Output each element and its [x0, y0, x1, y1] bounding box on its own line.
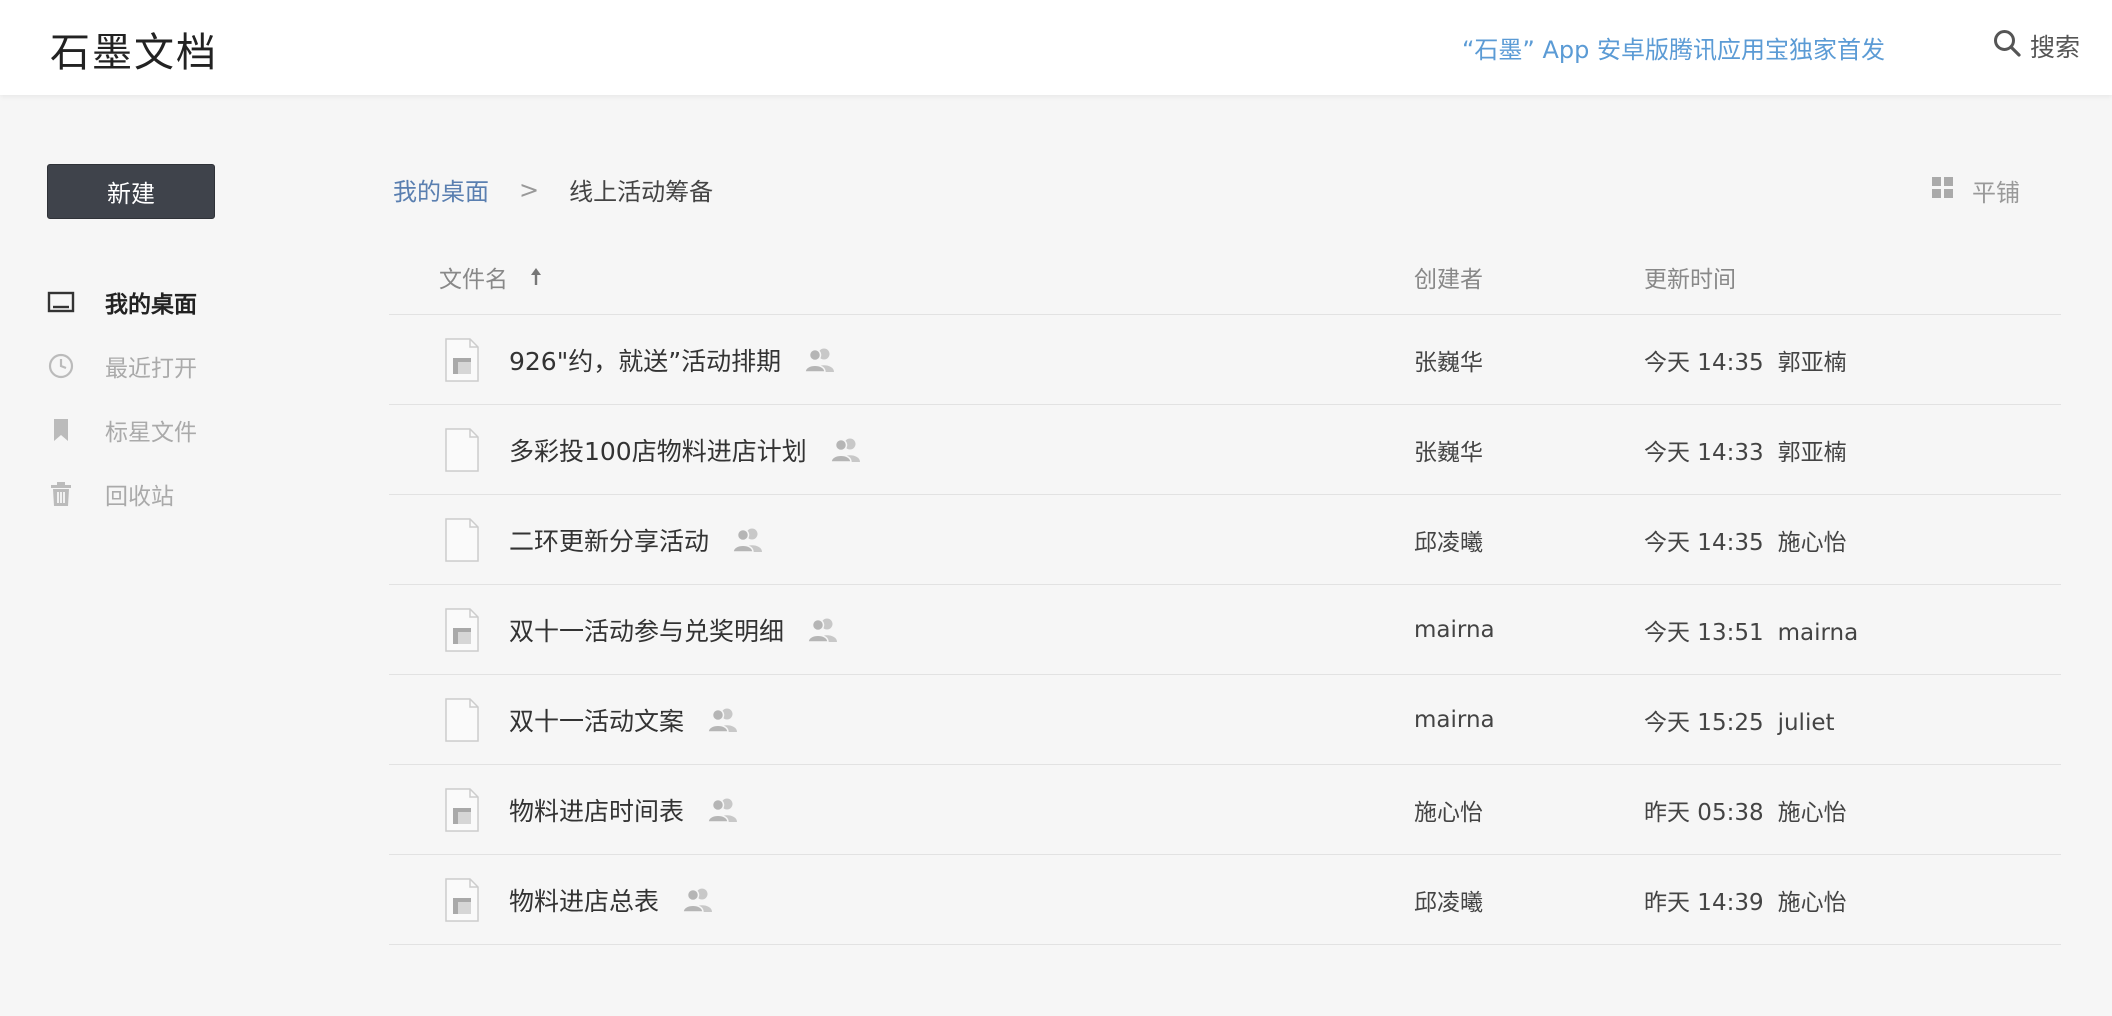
breadcrumb-current: 线上活动筹备: [569, 178, 714, 206]
table-row[interactable]: 物料进店时间表 施心怡 昨天 05:38 施心怡: [389, 765, 2061, 855]
updated-by: 施心怡: [1777, 529, 1847, 556]
new-button[interactable]: 新建: [47, 164, 215, 219]
sheet-file-icon: [445, 877, 479, 922]
shared-users-icon: [707, 708, 738, 733]
shared-users-icon: [732, 528, 763, 553]
search-button[interactable]: 搜索: [1992, 28, 2080, 64]
desktop-icon: [47, 288, 75, 316]
shared-users-icon: [829, 438, 860, 463]
sort-up-icon: [531, 268, 541, 285]
file-name-cell: 二环更新分享活动: [389, 517, 1414, 562]
top-header: 石墨文档 “石墨” App 安卓版腾讯应用宝独家首发 搜索: [0, 0, 2112, 95]
creator-cell: 邱凌曦: [1414, 889, 1483, 916]
breadcrumb-root[interactable]: 我的桌面: [393, 172, 489, 207]
creator-cell: 张巍华: [1414, 349, 1483, 376]
view-toggle-label: 平铺: [1972, 179, 2020, 207]
sidebar-item-label: 回收站: [105, 484, 174, 510]
sidebar-item-label: 最近打开: [105, 356, 197, 382]
updated-by: 郭亚楠: [1777, 439, 1847, 466]
updated-time: 今天 15:25: [1644, 709, 1764, 736]
table-row[interactable]: 926"约，就送”活动排期 张巍华 今天 14:35 郭亚楠: [389, 315, 2061, 405]
shared-users-icon: [707, 798, 738, 823]
updated-time: 昨天 14:39: [1644, 889, 1764, 916]
creator-cell: mairna: [1414, 706, 1495, 733]
table-row[interactable]: 多彩投100店物料进店计划 张巍华 今天 14:33 郭亚楠: [389, 405, 2061, 495]
column-header-name[interactable]: 文件名: [389, 260, 1414, 294]
file-name-cell: 双十一活动参与兑奖明细: [389, 607, 1414, 652]
search-label: 搜索: [2029, 33, 2080, 62]
breadcrumb: 我的桌面 > 线上活动筹备: [393, 172, 713, 207]
doc-file-icon: [445, 427, 479, 472]
table-row[interactable]: 双十一活动文案 mairna 今天 15:25 juliet: [389, 675, 2061, 765]
creator-cell: 邱凌曦: [1414, 529, 1483, 556]
sheet-file-icon: [445, 787, 479, 832]
updated-cell: 今天 14:35 郭亚楠: [1644, 343, 2061, 377]
promo-link[interactable]: “石墨” App 安卓版腾讯应用宝独家首发: [1462, 30, 1885, 65]
file-title[interactable]: 物料进店总表: [509, 882, 659, 918]
creator-cell: 施心怡: [1414, 799, 1483, 826]
updated-time: 今天 14:35: [1644, 529, 1764, 556]
app-logo[interactable]: 石墨文档: [50, 20, 218, 78]
updated-cell: 今天 13:51 mairna: [1644, 613, 2061, 647]
sidebar-item-trash[interactable]: 回收站: [47, 462, 197, 526]
file-name-cell: 物料进店总表: [389, 877, 1414, 922]
shared-users-icon: [807, 618, 838, 643]
sheet-file-icon: [445, 337, 479, 382]
doc-file-icon: [445, 697, 479, 742]
file-title[interactable]: 物料进店时间表: [509, 792, 684, 828]
updated-cell: 昨天 14:39 施心怡: [1644, 883, 2061, 917]
doc-file-icon: [445, 517, 479, 562]
sidebar-nav: 我的桌面 最近打开 标星文件 回收站: [47, 270, 197, 526]
updated-time: 今天 14:35: [1644, 349, 1764, 376]
sidebar-item-starred[interactable]: 标星文件: [47, 398, 197, 462]
updated-time: 昨天 05:38: [1644, 799, 1764, 826]
file-title[interactable]: 二环更新分享活动: [509, 522, 709, 558]
updated-time: 今天 14:33: [1644, 439, 1764, 466]
bookmark-icon: [47, 416, 75, 444]
trash-icon: [47, 480, 75, 508]
updated-by: mairna: [1777, 619, 1859, 646]
file-name-cell: 多彩投100店物料进店计划: [389, 427, 1414, 472]
updated-by: 施心怡: [1777, 799, 1847, 826]
view-toggle-button[interactable]: 平铺: [1932, 173, 2020, 208]
file-title[interactable]: 双十一活动参与兑奖明细: [509, 612, 784, 648]
sidebar-item-label: 标星文件: [105, 420, 197, 446]
table-header: 文件名 创建者 更新时间: [389, 240, 2061, 315]
updated-by: juliet: [1777, 709, 1835, 736]
creator-cell: mairna: [1414, 616, 1495, 643]
table-row[interactable]: 双十一活动参与兑奖明细 mairna 今天 13:51 mairna: [389, 585, 2061, 675]
sidebar-item-recent[interactable]: 最近打开: [47, 334, 197, 398]
file-name-cell: 物料进店时间表: [389, 787, 1414, 832]
sidebar-item-desktop[interactable]: 我的桌面: [47, 270, 197, 334]
updated-cell: 今天 14:33 郭亚楠: [1644, 433, 2061, 467]
table-row[interactable]: 物料进店总表 邱凌曦 昨天 14:39 施心怡: [389, 855, 2061, 945]
updated-by: 施心怡: [1777, 889, 1847, 916]
column-header-name-label: 文件名: [439, 267, 508, 293]
file-name-cell: 926"约，就送”活动排期: [389, 337, 1414, 382]
table-body: 926"约，就送”活动排期 张巍华 今天 14:35 郭亚楠 多彩投100店物料进…: [389, 315, 2061, 945]
clock-icon: [47, 352, 75, 380]
file-name-cell: 双十一活动文案: [389, 697, 1414, 742]
creator-cell: 张巍华: [1414, 439, 1483, 466]
table-row[interactable]: 二环更新分享活动 邱凌曦 今天 14:35 施心怡: [389, 495, 2061, 585]
column-header-updated[interactable]: 更新时间: [1644, 260, 2061, 294]
sheet-file-icon: [445, 607, 479, 652]
file-title[interactable]: 多彩投100店物料进店计划: [509, 432, 807, 468]
updated-cell: 今天 14:35 施心怡: [1644, 523, 2061, 557]
grid-icon: [1932, 176, 1954, 205]
updated-by: 郭亚楠: [1777, 349, 1847, 376]
shared-users-icon: [682, 888, 713, 913]
updated-cell: 今天 15:25 juliet: [1644, 703, 2061, 737]
sidebar-item-label: 我的桌面: [105, 292, 197, 318]
shared-users-icon: [804, 348, 835, 373]
updated-time: 今天 13:51: [1644, 619, 1764, 646]
file-title[interactable]: 926"约，就送”活动排期: [509, 342, 781, 378]
file-title[interactable]: 双十一活动文案: [509, 702, 684, 738]
updated-cell: 昨天 05:38 施心怡: [1644, 793, 2061, 827]
file-table: 文件名 创建者 更新时间 926"约，就送”活动排期 张巍华 今天 14:35 郭…: [389, 240, 2061, 945]
chevron-right-icon: >: [519, 175, 540, 204]
search-icon: [1992, 28, 2022, 64]
column-header-creator[interactable]: 创建者: [1414, 260, 1644, 294]
